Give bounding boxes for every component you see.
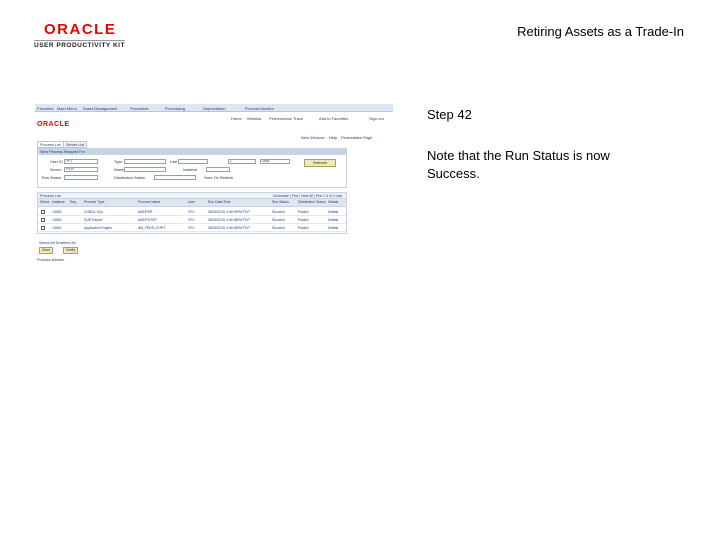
table-row: 13063 COBOL SQL AMDPSR VP1 06/22/2015 4:…	[38, 208, 346, 216]
row-process-type: COBOL SQL	[84, 210, 104, 214]
server-select[interactable]: PSNT	[64, 167, 98, 172]
menu-processing[interactable]: Processing	[165, 106, 185, 111]
user-id-label: User ID	[50, 160, 63, 164]
run-status-select[interactable]	[64, 175, 98, 180]
col-process-type[interactable]: Process Type	[84, 200, 104, 204]
row-process-type: Application Engine	[84, 226, 113, 230]
panel-title: View Process Request For	[38, 149, 346, 155]
col-run-status[interactable]: Run Status	[272, 200, 289, 204]
row-run-datetime: 06/22/2015 4:45:09PM PDT	[208, 210, 251, 214]
instance-label: Instance	[183, 168, 198, 172]
row-distribution-status: Posted	[298, 218, 309, 222]
page-title: Retiring Assets as a Trade-In	[517, 24, 684, 39]
col-process-name[interactable]: Process Name	[138, 200, 160, 204]
grid-title: Process List	[40, 194, 61, 198]
save-on-refresh-checkbox[interactable]: Save On Refresh	[204, 176, 233, 180]
process-list-grid: Process List Customize | Find | View All…	[37, 192, 347, 234]
step-label: Step 42	[427, 107, 472, 122]
logo-text: ORACLE	[44, 21, 117, 38]
link-sign-out[interactable]: Sign out	[369, 116, 384, 121]
name-input[interactable]	[124, 167, 166, 172]
logo-subtext: USER PRODUCTIVITY KIT	[34, 40, 125, 49]
menu-asset-management[interactable]: Asset Management	[83, 106, 117, 111]
row-process-type: SQR Report	[84, 218, 103, 222]
last-value-input[interactable]: 1	[228, 159, 256, 164]
row-user: VP1	[188, 226, 195, 230]
col-user[interactable]: User	[188, 200, 195, 204]
unit-select[interactable]: Days	[260, 159, 290, 164]
screenshot-menubar: Favorites Main Menu Asset Management Pro…	[35, 104, 393, 112]
row-details-link[interactable]: Details	[328, 226, 338, 230]
menu-depreciation[interactable]: Depreciation	[203, 106, 225, 111]
menu-processes[interactable]: Processes	[130, 106, 149, 111]
row-checkbox[interactable]	[41, 209, 45, 214]
row-checkbox[interactable]	[41, 217, 45, 222]
row-run-status: Success	[272, 226, 285, 230]
row-details-link[interactable]: Details	[328, 210, 338, 214]
col-instance[interactable]: Instance	[52, 200, 65, 204]
row-instance[interactable]: 13061	[52, 226, 61, 230]
last-select[interactable]	[178, 159, 208, 164]
application-screenshot: Favorites Main Menu Asset Management Pro…	[35, 104, 393, 264]
row-run-datetime: 06/22/2015 4:45:08PM PDT	[208, 218, 251, 222]
row-process-name: AMDPSR	[138, 210, 153, 214]
server-label: Server	[50, 168, 62, 172]
distribution-status-label: Distribution Status	[114, 176, 145, 180]
save-button[interactable]: Save	[39, 247, 54, 254]
oracle-upk-logo: ORACLE USER PRODUCTIVITY KIT	[34, 22, 125, 49]
row-process-name: AM_FEED_COPY	[138, 226, 166, 230]
type-label: Type	[114, 160, 123, 164]
last-label: Last	[170, 160, 178, 164]
table-row: 13061 Application Engine AM_FEED_COPY VP…	[38, 224, 346, 232]
type-select[interactable]	[124, 159, 166, 164]
tab-server-list[interactable]: Server List	[63, 141, 88, 148]
link-home[interactable]: Home	[231, 116, 242, 121]
col-run-datetime[interactable]: Run Date/Time	[208, 200, 231, 204]
row-run-status: Success	[272, 210, 285, 214]
row-distribution-status: Posted	[298, 210, 309, 214]
col-select: Select	[40, 200, 50, 204]
link-help[interactable]: Help	[329, 135, 337, 140]
row-process-name: AMDPCSRT	[138, 218, 157, 222]
row-instance[interactable]: 13063	[52, 210, 61, 214]
table-row: 13062 SQR Report AMDPCSRT VP1 06/22/2015…	[38, 216, 346, 224]
process-monitor-link[interactable]: Process Monitor	[37, 258, 64, 262]
user-id-input[interactable]: VP1	[64, 159, 98, 164]
row-user: VP1	[188, 218, 195, 222]
run-status-label: Run Status	[42, 176, 61, 180]
select-all-links[interactable]: Select All Deselect All	[39, 241, 76, 245]
tab-process-list[interactable]: Process List	[37, 141, 64, 148]
row-user: VP1	[188, 210, 195, 214]
col-distribution-status[interactable]: Distribution Status	[298, 200, 326, 204]
link-add-to-favorites[interactable]: Add to Favorites	[319, 116, 348, 121]
col-seq[interactable]: Seq.	[70, 200, 77, 204]
screenshot-oracle-logo: ORACLE	[37, 121, 70, 128]
menu-process-monitor[interactable]: Process Monitor	[245, 106, 274, 111]
menu-main-menu[interactable]: Main Menu	[57, 106, 77, 111]
row-details-link[interactable]: Details	[328, 218, 338, 222]
name-label: Name	[114, 168, 125, 172]
distribution-status-select[interactable]	[154, 175, 196, 180]
grid-nav[interactable]: Customize | Find | View All | First 1-3 …	[273, 194, 342, 198]
link-worklist[interactable]: Worklist	[247, 116, 261, 121]
row-instance[interactable]: 13062	[52, 218, 61, 222]
col-details[interactable]: Details	[328, 200, 338, 204]
row-run-datetime: 06/22/2015 4:45:06PM PDT	[208, 226, 251, 230]
link-personalize-page[interactable]: Personalize Page	[341, 135, 372, 140]
link-performance-trace[interactable]: Performance Trace	[269, 116, 303, 121]
refresh-button[interactable]: Refresh	[304, 159, 336, 167]
notify-button[interactable]: Notify	[63, 247, 79, 254]
view-process-request-panel: View Process Request For User ID VP1 Typ…	[37, 148, 347, 188]
grid-column-headers: Select Instance Seq. Process Type Proces…	[38, 199, 346, 207]
row-run-status: Success	[272, 218, 285, 222]
instance-input[interactable]	[206, 167, 230, 172]
link-new-window[interactable]: New Window	[301, 135, 324, 140]
row-distribution-status: Posted	[298, 226, 309, 230]
row-checkbox[interactable]	[41, 225, 45, 230]
menu-favorites[interactable]: Favorites	[37, 106, 53, 111]
step-instruction: Note that the Run Status is now Success.	[427, 148, 610, 181]
